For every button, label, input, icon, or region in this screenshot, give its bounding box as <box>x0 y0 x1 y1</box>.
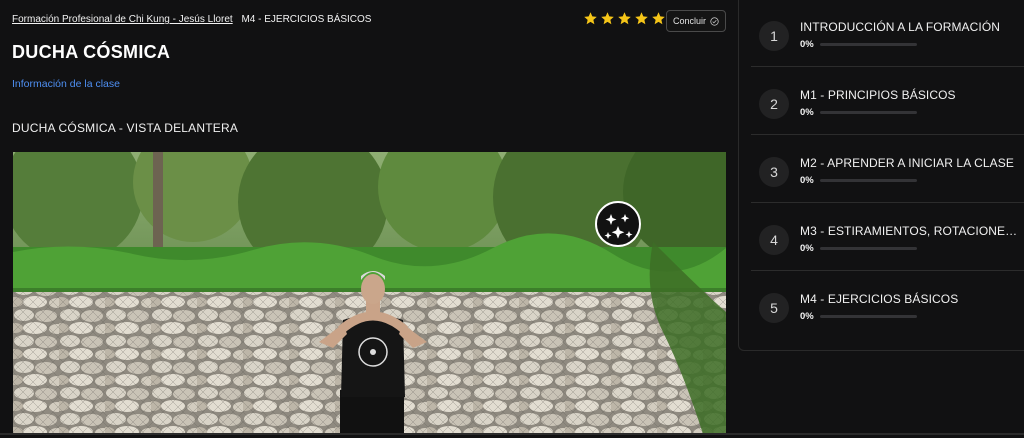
breadcrumb: Formación Profesional de Chi Kung - Jesú… <box>12 14 371 25</box>
channel-logo <box>595 201 641 247</box>
module-sidebar: 1 INTRODUCCIÓN A LA FORMACIÓN 0% 2 M1 - … <box>738 0 1024 351</box>
module-number: 2 <box>759 89 789 119</box>
star-icon[interactable] <box>651 11 666 26</box>
conclude-button[interactable]: Concluir <box>666 10 726 32</box>
star-icon[interactable] <box>617 11 632 26</box>
module-number: 3 <box>759 157 789 187</box>
breadcrumb-module: M4 - EJERCICIOS BÁSICOS <box>241 14 372 25</box>
star-icon[interactable] <box>583 11 598 26</box>
module-number: 1 <box>759 21 789 51</box>
video-frame <box>13 152 726 434</box>
module-title: INTRODUCCIÓN A LA FORMACIÓN <box>800 20 1001 34</box>
module-number: 4 <box>759 225 789 255</box>
module-item[interactable]: 2 M1 - PRINCIPIOS BÁSICOS 0% <box>751 68 1024 135</box>
module-title: M3 - ESTIRAMIENTOS, ROTACIONES Y... <box>800 224 1020 238</box>
module-title: M2 - APRENDER A INICIAR LA CLASE <box>800 156 1014 170</box>
module-progress-text: 0% <box>800 39 814 50</box>
lesson-main-area: Formación Profesional de Chi Kung - Jesú… <box>0 0 738 438</box>
module-progress-text: 0% <box>800 107 814 118</box>
module-progress-bar <box>820 247 917 250</box>
star-rating[interactable] <box>583 11 666 26</box>
video-player[interactable] <box>13 152 726 434</box>
module-title: M1 - PRINCIPIOS BÁSICOS <box>800 88 956 102</box>
module-progress-bar <box>820 179 917 182</box>
module-item[interactable]: 5 M4 - EJERCICIOS BÁSICOS 0% <box>751 272 1024 339</box>
module-progress-text: 0% <box>800 311 814 322</box>
module-progress-text: 0% <box>800 243 814 254</box>
module-title: M4 - EJERCICIOS BÁSICOS <box>800 292 959 306</box>
check-circle-icon <box>710 16 719 26</box>
breadcrumb-course-link[interactable]: Formación Profesional de Chi Kung - Jesú… <box>12 14 233 25</box>
conclude-label: Concluir <box>672 16 706 26</box>
module-progress-bar <box>820 43 917 46</box>
module-item[interactable]: 3 M2 - APRENDER A INICIAR LA CLASE 0% <box>751 136 1024 203</box>
module-number: 5 <box>759 293 789 323</box>
lesson-info-link[interactable]: Información de la clase <box>12 78 120 90</box>
module-progress-bar <box>820 315 917 318</box>
module-progress-bar <box>820 111 917 114</box>
lesson-subtitle: DUCHA CÓSMICA - VISTA DELANTERA <box>12 121 239 135</box>
module-progress-text: 0% <box>800 175 814 186</box>
module-item[interactable]: 4 M3 - ESTIRAMIENTOS, ROTACIONES Y... 0% <box>751 204 1024 271</box>
module-item[interactable]: 1 INTRODUCCIÓN A LA FORMACIÓN 0% <box>751 0 1024 67</box>
star-icon[interactable] <box>600 11 615 26</box>
page-title: DUCHA CÓSMICA <box>12 42 171 62</box>
star-icon[interactable] <box>634 11 649 26</box>
page-scrollbar[interactable] <box>0 433 1024 435</box>
